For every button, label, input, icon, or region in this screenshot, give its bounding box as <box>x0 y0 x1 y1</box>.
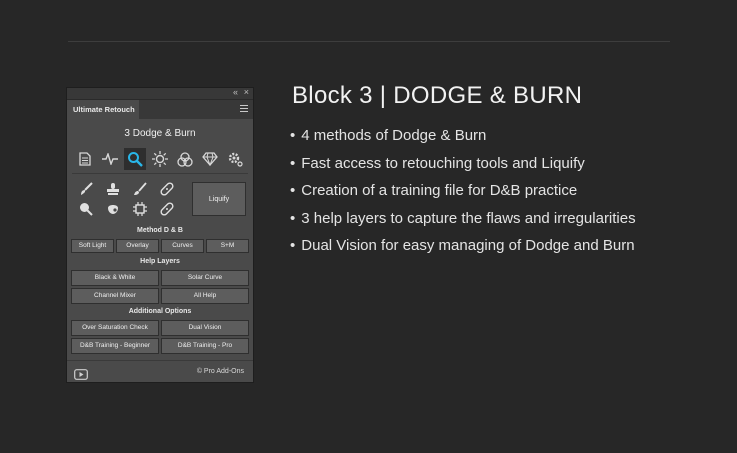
top-divider <box>68 41 670 42</box>
sponge-icon[interactable] <box>79 202 93 216</box>
feature-item: • 4 methods of Dodge & Burn <box>290 127 487 144</box>
patch-icon[interactable] <box>106 202 120 216</box>
diamond-icon[interactable] <box>199 148 221 170</box>
bullet: • <box>290 182 296 199</box>
brush-icon[interactable] <box>133 182 147 196</box>
panel-footer: © Pro Add-Ons <box>67 361 253 383</box>
collapse-panel-button[interactable]: « <box>233 87 238 98</box>
panel-title: 3 Dodge & Burn <box>124 128 196 139</box>
retouch-tools: Liquify <box>72 180 248 226</box>
additional-button-row-2: D&B Training - Beginner D&B Training - P… <box>71 338 249 354</box>
all-help-button[interactable]: All Help <box>161 288 249 304</box>
feature-item: • Creation of a training file for D&B pra… <box>290 182 578 199</box>
over-saturation-check-button[interactable]: Over Saturation Check <box>71 320 159 336</box>
panel-menu-icon[interactable] <box>240 105 248 112</box>
bullet: • <box>290 154 296 172</box>
s-plus-m-button[interactable]: S+M <box>206 239 249 253</box>
panel-tabbar: Ultimate Retouch <box>67 100 253 120</box>
training-beginner-button[interactable]: D&B Training - Beginner <box>71 338 159 354</box>
headline: Block 3 | DODGE & BURN <box>292 82 583 109</box>
tab-ultimate-retouch[interactable]: Ultimate Retouch <box>67 100 139 120</box>
black-white-button[interactable]: Black & White <box>71 270 159 286</box>
bullet: • <box>290 127 296 144</box>
close-panel-button[interactable]: × <box>244 87 249 98</box>
sun-brightness-icon[interactable] <box>149 148 171 170</box>
solar-curve-button[interactable]: Solar Curve <box>161 270 249 286</box>
bandage-icon[interactable] <box>160 182 174 196</box>
help-section-title: Help Layers <box>140 258 180 265</box>
tool-row-divider <box>72 173 248 174</box>
footer-credit[interactable]: © Pro Add-Ons <box>197 368 244 375</box>
layers-doc-icon[interactable] <box>74 148 96 170</box>
channel-mixer-button[interactable]: Channel Mixer <box>71 288 159 304</box>
stamp-icon[interactable] <box>106 182 120 196</box>
additional-section-title: Additional Options <box>128 308 192 315</box>
bandage-icon[interactable] <box>160 202 174 216</box>
dodge-brush-icon[interactable] <box>79 182 93 196</box>
training-pro-button[interactable]: D&B Training - Pro <box>161 338 249 354</box>
color-circles-icon[interactable] <box>174 148 196 170</box>
overlay-button[interactable]: Overlay <box>116 239 159 253</box>
panel-topbar: « × <box>67 87 253 100</box>
curves-button[interactable]: Curves <box>161 239 204 253</box>
soft-light-button[interactable]: Soft Light <box>71 239 114 253</box>
method-section-title: Method D & B <box>137 227 183 234</box>
feature-list: • 4 methods of Dodge & Burn • Fast access … <box>290 126 636 264</box>
dual-vision-button[interactable]: Dual Vision <box>161 320 249 336</box>
chip-icon[interactable] <box>133 202 147 216</box>
feature-item: • 3 help layers to capture the flaws and … <box>290 209 636 227</box>
video-play-icon[interactable] <box>74 367 88 385</box>
heartbeat-icon[interactable] <box>99 148 121 170</box>
tool-tab-row <box>72 148 248 170</box>
feature-item: • Dual Vision for easy managing of Dodge … <box>290 237 635 254</box>
method-button-row: Soft Light Overlay Curves S+M <box>71 239 249 253</box>
feature-item: • Fast access to retouching tools and Liq… <box>290 154 585 172</box>
search-icon[interactable] <box>124 148 146 170</box>
liquify-button[interactable]: Liquify <box>192 182 246 216</box>
bullet: • <box>290 237 296 254</box>
ultimate-retouch-panel: « × Ultimate Retouch 3 Dodge & Burn Liqu… <box>66 87 254 383</box>
help-button-row-1: Black & White Solar Curve <box>71 270 249 286</box>
help-button-row-2: Channel Mixer All Help <box>71 288 249 304</box>
bullet: • <box>290 209 296 227</box>
additional-button-row-1: Over Saturation Check Dual Vision <box>71 320 249 336</box>
gear-icon[interactable] <box>224 148 246 170</box>
